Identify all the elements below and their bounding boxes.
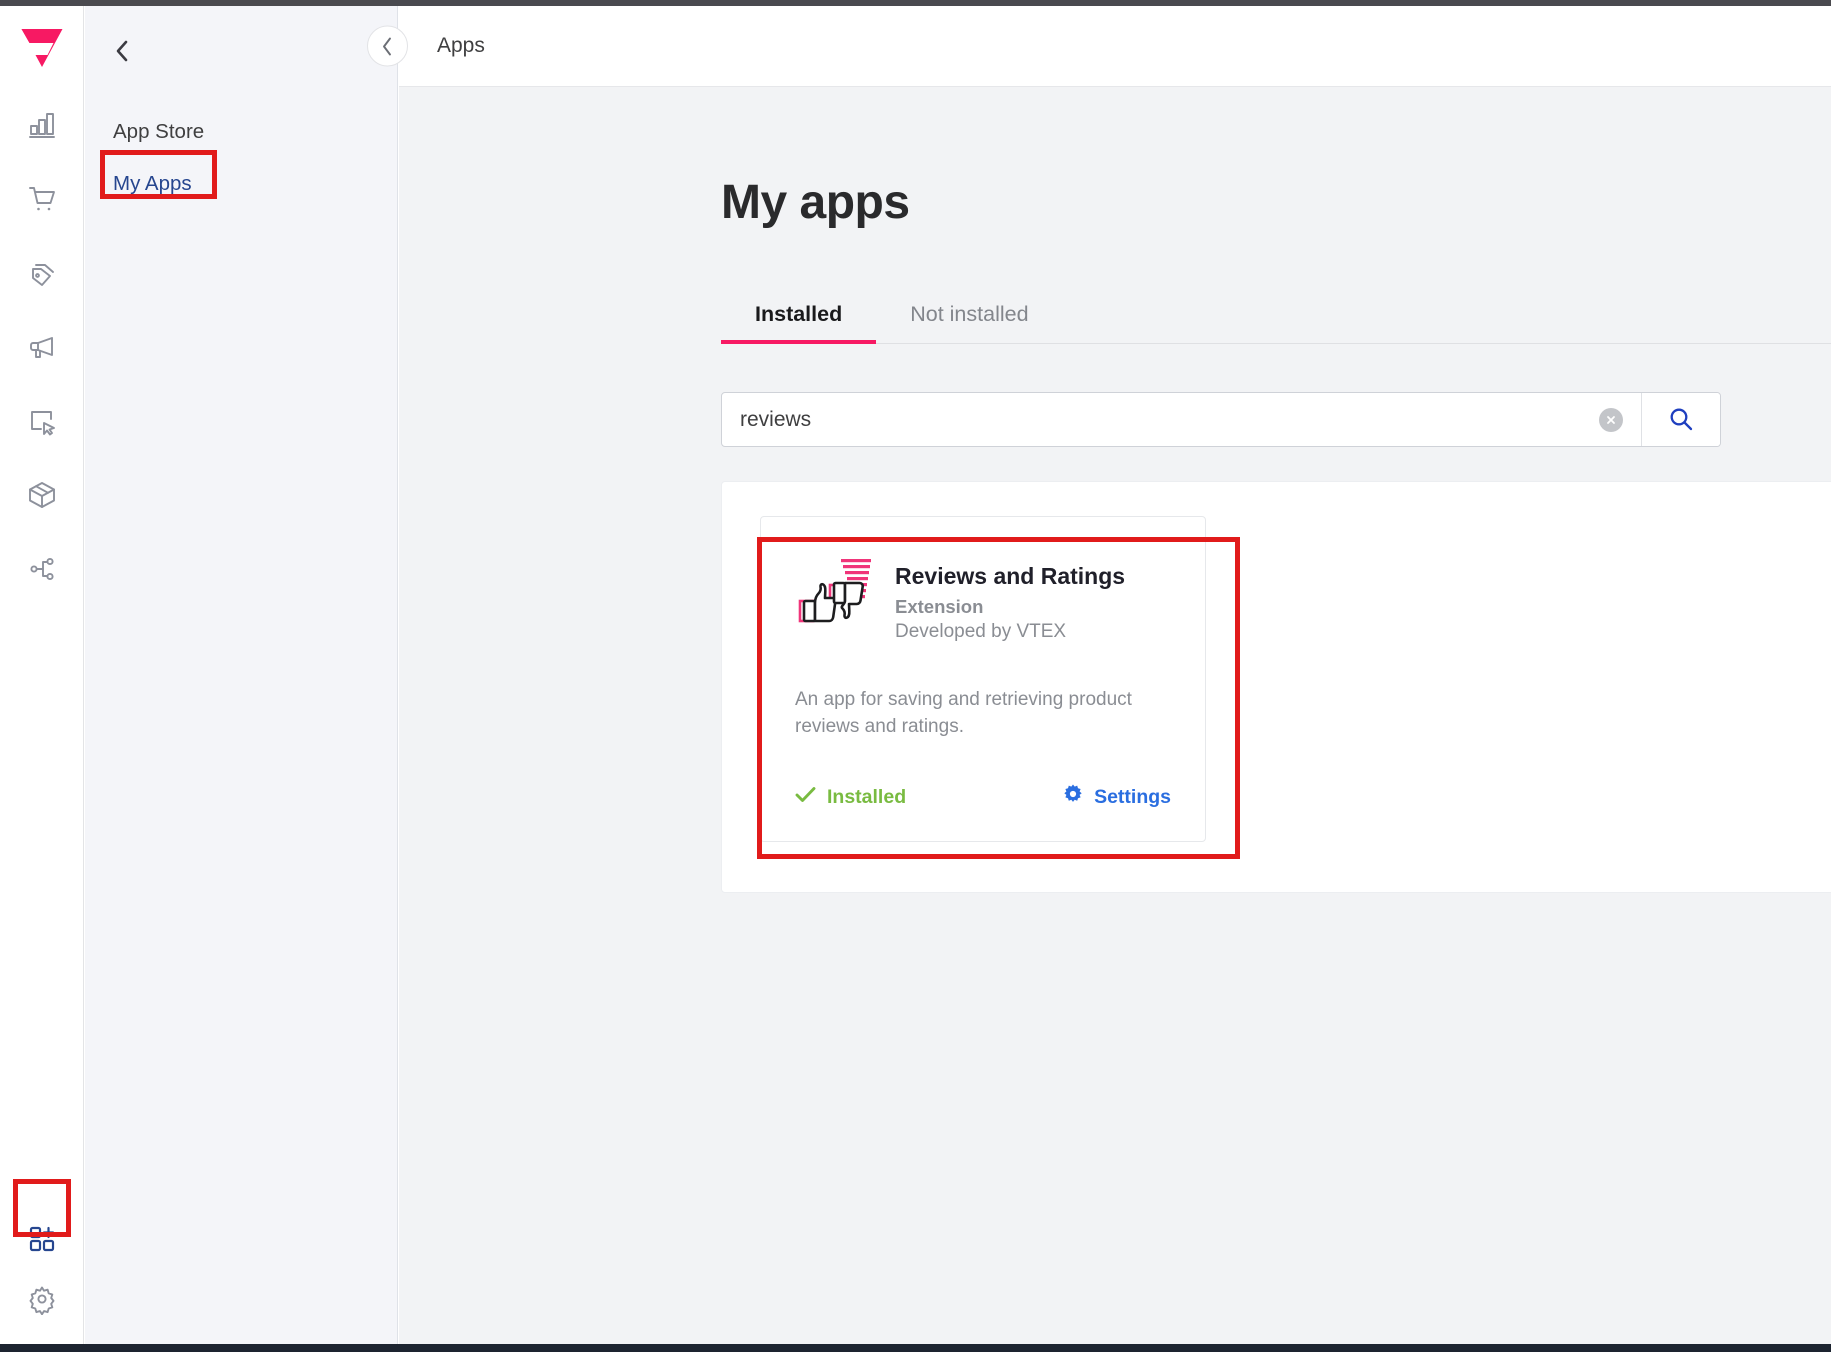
breadcrumb: Apps	[437, 34, 485, 58]
content-area: My apps Installed Not installed	[399, 87, 1831, 893]
sidebar-item-marketing[interactable]	[19, 324, 65, 370]
browser-chrome-bottom	[0, 1344, 1831, 1352]
app-card-reviews-and-ratings[interactable]: Reviews and Ratings Extension Developed …	[760, 516, 1206, 842]
status-badge-installed: Installed	[795, 786, 906, 809]
settings-button[interactable]: Settings	[1062, 783, 1171, 811]
tab-installed[interactable]: Installed	[721, 292, 876, 343]
tab-label: Installed	[755, 302, 842, 326]
settings-label: Settings	[1094, 786, 1171, 809]
app-type: Extension	[895, 596, 1125, 618]
sidebar-item-settings[interactable]	[19, 1276, 65, 1322]
sidebar-item-orders[interactable]	[19, 176, 65, 222]
thumbs-up-down-icon	[795, 555, 879, 629]
top-bar: Apps	[399, 6, 1831, 87]
primary-nav-rail	[0, 6, 84, 1344]
page-title: My apps	[721, 175, 1831, 230]
gear-icon	[1062, 783, 1084, 811]
sidebar-item-apps[interactable]	[19, 1216, 65, 1262]
status-label: Installed	[827, 786, 906, 809]
back-button[interactable]	[367, 26, 408, 67]
search-field	[722, 393, 1641, 446]
search-input[interactable]	[740, 408, 1599, 432]
app-card-header: Reviews and Ratings Extension Developed …	[795, 547, 1171, 643]
sidebar-item-label: My Apps	[113, 172, 192, 195]
sidebar-item-account[interactable]	[19, 546, 65, 592]
app-card-actions: Installed Settings	[795, 783, 1171, 811]
sidebar-item-catalog[interactable]	[19, 250, 65, 296]
tab-not-installed[interactable]: Not installed	[876, 292, 1062, 343]
tab-label: Not installed	[910, 302, 1028, 326]
app-card-meta: Reviews and Ratings Extension Developed …	[895, 555, 1125, 643]
vtex-logo[interactable]	[16, 24, 68, 72]
results-panel: Reviews and Ratings Extension Developed …	[721, 481, 1831, 893]
secondary-sidebar: App Store My Apps	[85, 6, 398, 1344]
app-description: An app for saving and retrieving product…	[795, 687, 1145, 741]
sidebar-item-dashboard[interactable]	[19, 102, 65, 148]
main-region: Apps My apps Installed Not installed	[399, 6, 1831, 1344]
sidebar-item-storefront[interactable]	[19, 398, 65, 444]
secondary-sidebar-list: App Store My Apps	[85, 106, 397, 209]
primary-nav-items	[19, 102, 65, 592]
tab-bar: Installed Not installed	[721, 292, 1831, 344]
sidebar-item-inventory[interactable]	[19, 472, 65, 518]
primary-nav-bottom	[19, 1216, 65, 1344]
sidebar-item-label: App Store	[113, 120, 204, 143]
sidebar-item-my-apps[interactable]: My Apps	[85, 158, 397, 210]
search-bar	[721, 392, 1721, 447]
sidebar-item-app-store[interactable]: App Store	[85, 106, 397, 158]
app-root: App Store My Apps Apps My apps Ins	[0, 0, 1831, 1352]
sidebar-collapse-button[interactable]	[105, 34, 139, 68]
check-icon	[795, 786, 816, 809]
app-developer: Developed by VTEX	[895, 621, 1125, 643]
clear-search-icon[interactable]	[1599, 408, 1623, 432]
app-name: Reviews and Ratings	[895, 563, 1125, 589]
search-button[interactable]	[1641, 393, 1720, 446]
